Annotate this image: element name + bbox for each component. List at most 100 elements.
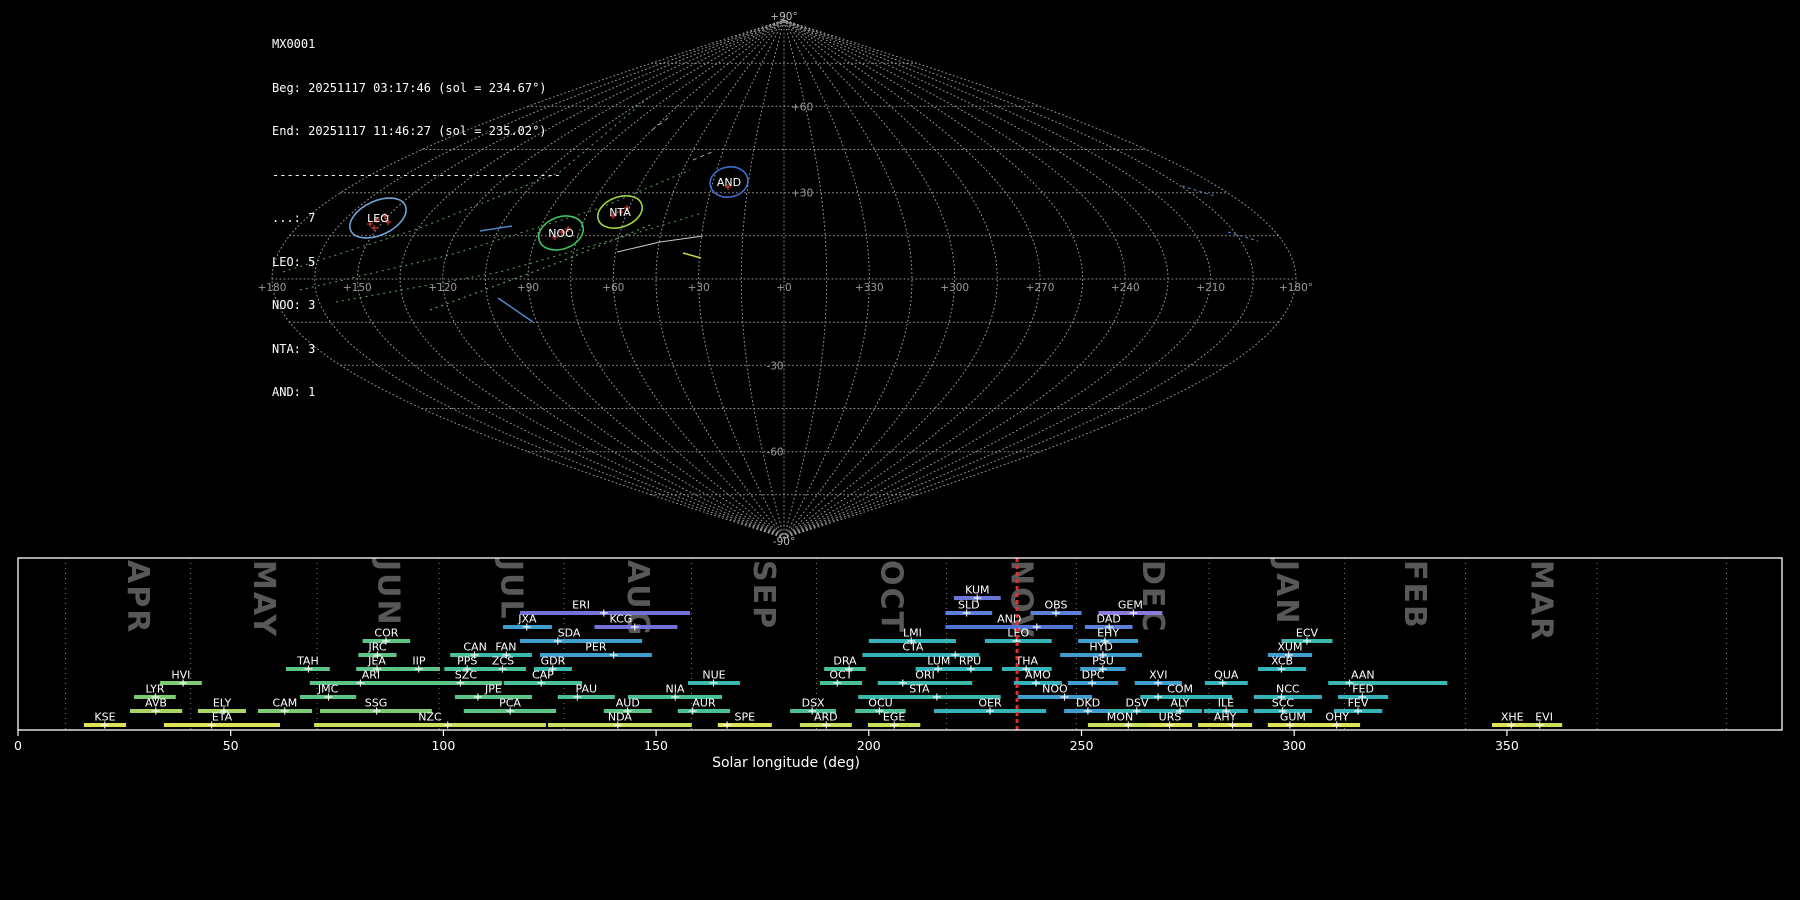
shower-label-EGE: EGE bbox=[883, 711, 905, 724]
x-tick-label: 100 bbox=[431, 738, 455, 753]
observation-end: End: 20251117 11:46:27 (sol = 235.02°) bbox=[272, 124, 547, 138]
shower-JMC: JMC bbox=[300, 683, 357, 701]
shower-label-ETA: ETA bbox=[212, 711, 233, 724]
shower-label-OER: OER bbox=[978, 697, 1002, 710]
shower-label-GDR: GDR bbox=[541, 655, 566, 668]
shower-OHY: OHY bbox=[1314, 711, 1361, 729]
shower-AVB: AVB bbox=[129, 697, 183, 715]
shower-label-MON: MON bbox=[1107, 711, 1133, 724]
month-label-jun: JUN bbox=[370, 558, 405, 627]
shower-label-AUD: AUD bbox=[616, 697, 640, 710]
chart-axis: 0 50 100 150 200 250 300 350 bbox=[14, 730, 1519, 753]
lat-label: +60 bbox=[791, 101, 813, 113]
shower-AAN: AAN bbox=[1328, 669, 1448, 687]
lon-label: +210 bbox=[1196, 282, 1225, 294]
lon-label: +180° bbox=[1279, 282, 1313, 294]
radiant-NTA: NTA bbox=[596, 195, 644, 229]
shower-label-SLD: SLD bbox=[958, 599, 980, 612]
shower-ETA: ETA bbox=[163, 711, 280, 729]
month-label-dec: DEC bbox=[1135, 560, 1170, 633]
shower-label-JPE: JPE bbox=[484, 683, 502, 696]
shower-label-OHY: OHY bbox=[1325, 711, 1349, 724]
shower-label-COM: COM bbox=[1167, 683, 1193, 696]
shower-PAU: PAU bbox=[557, 683, 615, 701]
shower-label-GEM: GEM bbox=[1118, 599, 1143, 612]
shower-label-LMI: LMI bbox=[903, 627, 922, 640]
shower-label-PER: PER bbox=[585, 641, 607, 654]
shower-label-HVI: HVI bbox=[171, 669, 190, 682]
shower-label-AMO: AMO bbox=[1025, 669, 1051, 682]
shower-label-DPC: DPC bbox=[1082, 669, 1105, 682]
count-and: AND: 1 bbox=[272, 385, 316, 399]
lon-label: +60 bbox=[602, 282, 624, 294]
shower-label-SDA: SDA bbox=[558, 627, 581, 640]
shower-label-TAH: TAH bbox=[296, 655, 319, 668]
shower-OCT: OCT bbox=[819, 669, 862, 687]
shower-label-NOO: NOO bbox=[1042, 683, 1068, 696]
shower-label-ELY: ELY bbox=[213, 697, 232, 710]
radiant-label-NTA: NTA bbox=[609, 206, 631, 219]
shower-label-LYR: LYR bbox=[145, 683, 164, 696]
shower-label-PCA: PCA bbox=[499, 697, 521, 710]
shower-MON: MON bbox=[1087, 711, 1153, 729]
lon-label: +270 bbox=[1026, 282, 1055, 294]
shower-label-FAN: FAN bbox=[495, 641, 516, 654]
count-nta: NTA: 3 bbox=[272, 341, 316, 356]
shower-label-XHE: XHE bbox=[1501, 711, 1524, 724]
shower-label-SSG: SSG bbox=[365, 697, 388, 710]
shower-label-AVB: AVB bbox=[145, 697, 167, 710]
shower-label-ALY: ALY bbox=[1171, 697, 1190, 710]
shower-label-PAU: PAU bbox=[576, 683, 598, 696]
shower-label-ARD: ARD bbox=[814, 711, 838, 724]
shower-label-JEA: JEA bbox=[367, 655, 386, 668]
shower-NDA: NDA bbox=[548, 711, 692, 729]
shower-label-NUE: NUE bbox=[702, 669, 725, 682]
month-label-sep: SEP bbox=[746, 560, 781, 630]
shower-label-EVI: EVI bbox=[1535, 711, 1553, 724]
shower-SSG: SSG bbox=[320, 697, 432, 715]
shower-NUE: NUE bbox=[688, 669, 740, 687]
shower-label-PSU: PSU bbox=[1092, 655, 1114, 668]
shower-CAM: CAM bbox=[257, 697, 312, 715]
shower-ERI: ERI bbox=[520, 599, 691, 617]
shower-GUM: GUM bbox=[1267, 711, 1318, 729]
lat-label: +30 bbox=[791, 188, 813, 200]
station-id: MX0001 bbox=[272, 37, 316, 51]
shower-OER: OER bbox=[933, 697, 1047, 715]
south-pole-label: -90° bbox=[773, 536, 795, 548]
shower-label-CAM: CAM bbox=[273, 697, 298, 710]
radiant-AND: AND bbox=[709, 166, 749, 198]
lat-label: -30 bbox=[766, 360, 783, 372]
month-label-may: MAY bbox=[246, 560, 281, 638]
observation-begin: Beg: 20251117 03:17:46 (sol = 234.67°) bbox=[272, 80, 547, 95]
x-tick-label: 300 bbox=[1282, 738, 1306, 753]
north-pole-label: +90° bbox=[770, 11, 797, 23]
shower-label-KCG: KCG bbox=[609, 613, 632, 626]
count-sporadic: ...: 7 bbox=[272, 211, 316, 225]
shower-label-URS: URS bbox=[1159, 711, 1182, 724]
shower-label-AAN: AAN bbox=[1351, 669, 1375, 682]
shower-URS: URS bbox=[1147, 711, 1193, 729]
x-tick-label: 250 bbox=[1070, 738, 1094, 753]
month-label-apr: APR bbox=[120, 560, 155, 634]
shower-ARD: ARD bbox=[799, 711, 852, 729]
shower-label-ECV: ECV bbox=[1296, 627, 1319, 640]
count-leo: LEO: 5 bbox=[272, 254, 316, 269]
shower-RPU: RPU bbox=[947, 655, 993, 673]
radiant-label-AND: AND bbox=[717, 176, 741, 189]
lon-label: +330 bbox=[855, 282, 884, 294]
shower-label-NDA: NDA bbox=[608, 711, 633, 724]
lon-label: +300 bbox=[940, 282, 969, 294]
shower-CAP: CAP bbox=[503, 669, 583, 687]
shower-label-JMC: JMC bbox=[317, 683, 339, 696]
x-tick-label: 350 bbox=[1495, 738, 1519, 753]
month-gridlines: APR MAY JUN JUL AUG SEP OCT NOV DEC JAN FEB MAR bbox=[65, 558, 1727, 730]
shower-TAH: TAH bbox=[286, 655, 330, 673]
shower-label-STA: STA bbox=[909, 683, 930, 696]
shower-label-SZC: SZC bbox=[455, 669, 478, 682]
shower-label-ERI: ERI bbox=[572, 599, 590, 612]
shower-label-OBS: OBS bbox=[1045, 599, 1068, 612]
shower-label-ILE: ILE bbox=[1218, 697, 1234, 710]
shower-label-CTA: CTA bbox=[902, 641, 924, 654]
x-tick-label: 50 bbox=[223, 738, 239, 753]
